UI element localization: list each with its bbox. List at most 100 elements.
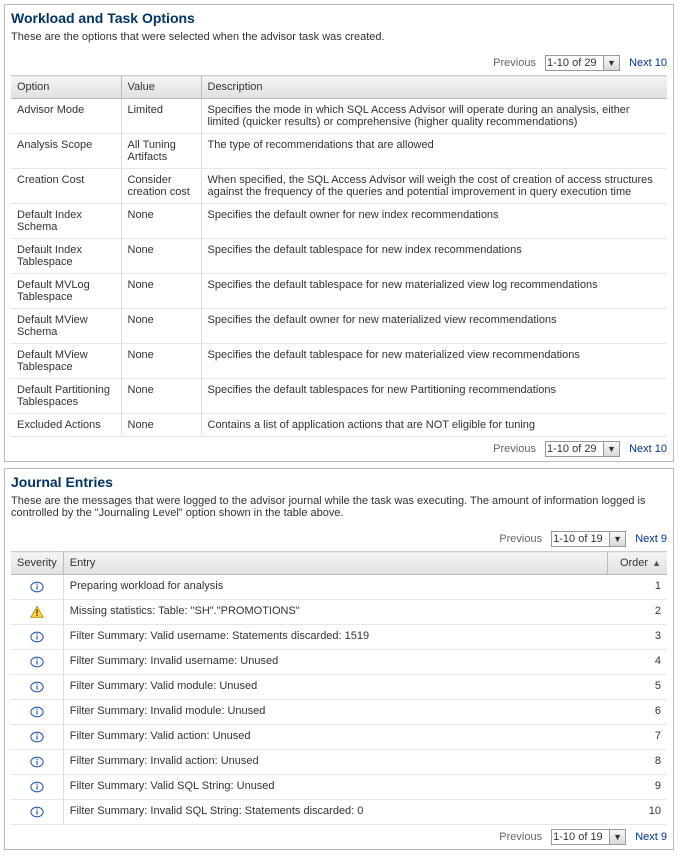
cell-order: 4 [607, 650, 667, 675]
workload-title: Workload and Task Options [11, 7, 667, 29]
col-header-entry[interactable]: Entry [63, 552, 607, 575]
table-row: Default Index TablespaceNoneSpecifies th… [11, 239, 667, 274]
cell-value: None [121, 379, 201, 414]
info-icon [30, 780, 44, 794]
cell-description: Specifies the default tablespace for new… [201, 274, 667, 309]
workload-desc: These are the options that were selected… [11, 29, 667, 51]
table-row: Filter Summary: Invalid module: Unused6 [11, 700, 667, 725]
table-row: Filter Summary: Invalid SQL String: Stat… [11, 800, 667, 825]
cell-value: None [121, 344, 201, 379]
journal-desc: These are the messages that were logged … [11, 493, 667, 527]
cell-description: Specifies the default owner for new mate… [201, 309, 667, 344]
cell-severity [11, 600, 63, 625]
dropdown-arrow-icon: ▼ [603, 56, 619, 70]
table-row: Filter Summary: Invalid username: Unused… [11, 650, 667, 675]
info-icon [30, 730, 44, 744]
cell-description: Contains a list of application actions t… [201, 414, 667, 437]
pager-range-select[interactable]: 1-10 of 19 ▼ [551, 829, 626, 845]
pager-prev: Previous [499, 831, 542, 843]
warning-icon [30, 605, 44, 619]
cell-order: 5 [607, 675, 667, 700]
cell-description: Specifies the mode in which SQL Access A… [201, 99, 667, 134]
cell-severity [11, 625, 63, 650]
pager-next-link[interactable]: Next 10 [629, 57, 667, 69]
cell-entry: Filter Summary: Invalid module: Unused [63, 700, 607, 725]
pager-prev: Previous [493, 443, 536, 455]
table-row: Default MVLog TablespaceNoneSpecifies th… [11, 274, 667, 309]
cell-entry: Filter Summary: Invalid action: Unused [63, 750, 607, 775]
info-icon [30, 655, 44, 669]
col-header-order[interactable]: Order ▲ [607, 552, 667, 575]
cell-option: Default MVLog Tablespace [11, 274, 121, 309]
pager-range-label: 1-10 of 29 [547, 443, 597, 455]
workload-table: Option Value Description Advisor ModeLim… [11, 75, 667, 437]
cell-option: Default MView Schema [11, 309, 121, 344]
workload-pager-top: Previous 1-10 of 29 ▼ Next 10 [11, 51, 667, 75]
info-icon [30, 755, 44, 769]
col-header-severity[interactable]: Severity [11, 552, 63, 575]
pager-range-select[interactable]: 1-10 of 29 ▼ [545, 55, 620, 71]
pager-next-link[interactable]: Next 9 [635, 533, 667, 545]
workload-section: Workload and Task Options These are the … [4, 4, 674, 462]
cell-value: All Tuning Artifacts [121, 134, 201, 169]
table-row: Filter Summary: Invalid action: Unused8 [11, 750, 667, 775]
pager-range-select[interactable]: 1-10 of 19 ▼ [551, 531, 626, 547]
pager-range-select[interactable]: 1-10 of 29 ▼ [545, 441, 620, 457]
table-row: Excluded ActionsNoneContains a list of a… [11, 414, 667, 437]
order-label: Order [620, 557, 648, 569]
cell-option: Default Partitioning Tablespaces [11, 379, 121, 414]
cell-option: Default Index Schema [11, 204, 121, 239]
journal-table: Severity Entry Order▲ Preparing workload… [11, 551, 667, 825]
cell-option: Creation Cost [11, 169, 121, 204]
table-row: Filter Summary: Valid username: Statemen… [11, 625, 667, 650]
cell-entry: Filter Summary: Valid action: Unused [63, 725, 607, 750]
cell-option: Excluded Actions [11, 414, 121, 437]
cell-option: Default Index Tablespace [11, 239, 121, 274]
pager-next-link[interactable]: Next 9 [635, 831, 667, 843]
cell-description: Specifies the default tablespaces for ne… [201, 379, 667, 414]
journal-section: Journal Entries These are the messages t… [4, 468, 674, 850]
cell-entry: Missing statistics: Table: "SH"."PROMOTI… [63, 600, 607, 625]
cell-option: Analysis Scope [11, 134, 121, 169]
cell-order: 9 [607, 775, 667, 800]
cell-entry: Filter Summary: Invalid username: Unused [63, 650, 607, 675]
cell-value: None [121, 239, 201, 274]
cell-description: Specifies the default owner for new inde… [201, 204, 667, 239]
pager-range-label: 1-10 of 29 [547, 57, 597, 69]
col-header-option[interactable]: Option [11, 76, 121, 99]
table-row: Filter Summary: Valid action: Unused7 [11, 725, 667, 750]
cell-entry: Filter Summary: Valid module: Unused [63, 675, 607, 700]
info-icon [30, 680, 44, 694]
sort-asc-icon: ▲ [652, 558, 661, 568]
pager-next-link[interactable]: Next 10 [629, 443, 667, 455]
col-header-value[interactable]: Value [121, 76, 201, 99]
cell-order: 6 [607, 700, 667, 725]
cell-order: 3 [607, 625, 667, 650]
info-icon [30, 580, 44, 594]
info-icon [30, 630, 44, 644]
cell-description: The type of recommendations that are all… [201, 134, 667, 169]
table-row: Default Index SchemaNoneSpecifies the de… [11, 204, 667, 239]
pager-range-label: 1-10 of 19 [553, 533, 603, 545]
info-icon [30, 805, 44, 819]
cell-description: Specifies the default tablespace for new… [201, 239, 667, 274]
cell-entry: Filter Summary: Valid username: Statemen… [63, 625, 607, 650]
table-row: Default MView TablespaceNoneSpecifies th… [11, 344, 667, 379]
cell-value: None [121, 309, 201, 344]
table-row: Default Partitioning TablespacesNoneSpec… [11, 379, 667, 414]
journal-pager-top: Previous 1-10 of 19 ▼ Next 9 [11, 527, 667, 551]
pager-prev: Previous [499, 533, 542, 545]
cell-severity [11, 800, 63, 825]
info-icon [30, 705, 44, 719]
cell-severity [11, 700, 63, 725]
dropdown-arrow-icon: ▼ [603, 442, 619, 456]
cell-order: 2 [607, 600, 667, 625]
table-row: Creation CostConsider creation costWhen … [11, 169, 667, 204]
cell-entry: Filter Summary: Invalid SQL String: Stat… [63, 800, 607, 825]
journal-title: Journal Entries [11, 471, 667, 493]
cell-severity [11, 650, 63, 675]
cell-value: None [121, 274, 201, 309]
cell-value: None [121, 204, 201, 239]
col-header-desc[interactable]: Description [201, 76, 667, 99]
journal-pager-bottom: Previous 1-10 of 19 ▼ Next 9 [11, 825, 667, 849]
